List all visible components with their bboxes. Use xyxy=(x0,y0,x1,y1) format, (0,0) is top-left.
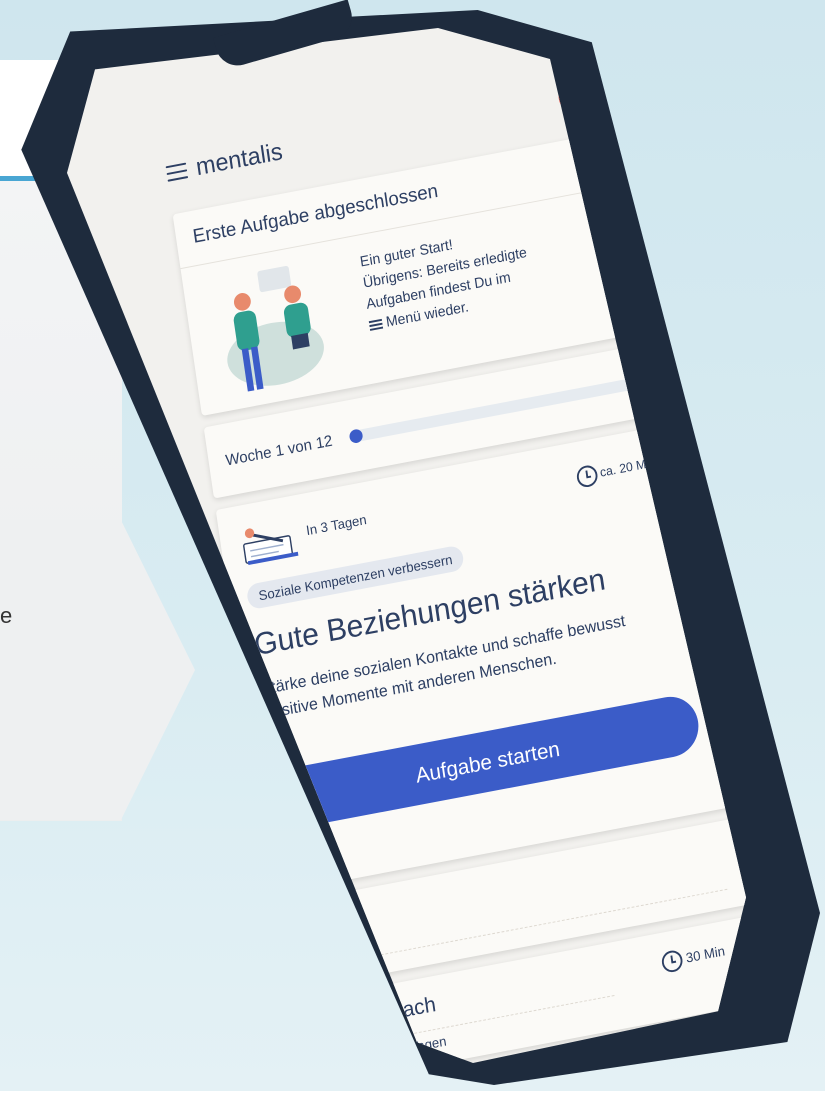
coach-duration: 30 Min xyxy=(684,942,726,966)
due-label: In 3 Tagen xyxy=(305,511,368,539)
progress-fill xyxy=(348,428,364,445)
background-text-fragment: e xyxy=(0,603,13,628)
clock-icon xyxy=(575,463,599,489)
progress-track xyxy=(348,373,656,445)
hamburger-menu-icon[interactable] xyxy=(165,162,189,182)
app-name: mentalis xyxy=(194,137,285,181)
people-illustration-icon xyxy=(227,265,324,392)
start-task-button[interactable]: Aufgabe starten xyxy=(272,691,703,832)
writing-notebook-icon xyxy=(243,528,299,566)
menu-icon xyxy=(368,317,384,333)
week-label: Woche 1 von 12 xyxy=(224,432,334,470)
clock-icon xyxy=(660,948,684,974)
